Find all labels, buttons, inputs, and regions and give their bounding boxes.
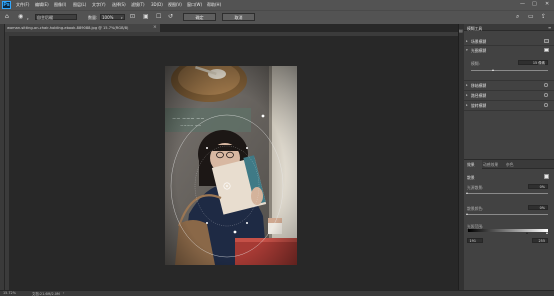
bokeh-label: 散景 [467,174,475,180]
cancel-button[interactable]: 取消 [222,13,255,21]
chevron-down-icon[interactable]: ▾ [27,17,29,21]
reset-icon[interactable]: ↺ [168,13,173,21]
minimize-button[interactable]: — [520,1,525,7]
zoom-level[interactable]: 15.72% [3,291,16,295]
blur-amount-field[interactable]: 15 像素 [518,60,548,65]
spin-blur-toggle[interactable] [544,103,548,107]
bokeh-color-slider-track[interactable] [468,214,548,215]
chevron-right-icon[interactable]: › [63,291,64,295]
share-icon[interactable]: ⇪ [541,13,546,21]
light-bokeh-slider-thumb[interactable] [466,192,469,194]
amount-label: 数量: [88,15,98,20]
feather-handle-bottom-right[interactable] [246,222,248,224]
menu-select[interactable]: 选择(S) [112,2,126,8]
status-bar [0,290,554,296]
collapse-triangle-icon[interactable]: ▾ [466,48,468,52]
iris-blur-label: 光圈模糊 [471,47,487,53]
light-range-min-field[interactable]: 191 [467,238,483,243]
expand-triangle-icon[interactable]: ▸ [466,93,468,97]
feather-handle-top-left[interactable] [206,147,208,149]
maximize-button[interactable]: □ [532,1,537,7]
blur-gallery-tool-icon[interactable]: ◉ [18,13,23,21]
panel-menu-icon[interactable]: ≡ [548,25,551,30]
tilt-shift-label: 移轴模糊 [471,82,487,88]
menu-layer[interactable]: 图层(L) [73,2,86,8]
blur-amount-label: 模糊: [471,61,480,66]
light-range-gradient-track[interactable] [468,229,548,232]
document-tab-title: woman-sitting-on-chair-holding-ebook-889… [7,25,129,30]
divider [464,100,554,101]
blur-slider-thumb[interactable] [492,69,495,71]
divider [464,80,554,81]
menu-view[interactable]: 视图(V) [168,2,182,8]
feather-handle-top-right[interactable] [246,147,248,149]
close-window-button[interactable]: ✕ [545,1,549,7]
menu-file[interactable]: 文件(F) [16,2,29,8]
divider [464,90,554,91]
save-mask-icon[interactable]: ▣ [143,13,149,21]
photoshop-logo: Ps [2,1,11,9]
spin-blur-label: 旋转模糊 [471,102,487,108]
bokeh-color-label: 散景颜色: [467,205,484,211]
path-blur-toggle[interactable] [544,93,548,97]
divider [464,110,554,111]
expand-triangle-icon[interactable]: ▸ [466,83,468,87]
light-bokeh-label: 光源散景: [467,184,484,190]
options-bar [0,10,554,24]
bokeh-color-slider-thumb[interactable] [466,213,469,215]
amount-value: 100% [102,15,114,20]
document-info: 文档:21.6M/2.0M [32,292,60,296]
iris-handle-bottom[interactable] [233,230,237,234]
tab-effects-label: 效果 [467,162,475,167]
iris-handle-top-right[interactable] [261,114,265,118]
history-icon[interactable]: ▤ [459,28,463,33]
light-range-max-thumb[interactable] [546,232,549,234]
high-quality-icon[interactable]: ☐ [156,13,161,21]
light-bokeh-field[interactable]: 0% [528,184,548,189]
feather-handle-bottom-left[interactable] [206,222,208,224]
tilt-shift-toggle[interactable] [544,83,548,87]
path-blur-label: 路径模糊 [471,92,487,98]
blur-slider-track[interactable] [471,70,548,71]
expand-triangle-icon[interactable]: ▸ [466,103,468,107]
menu-help[interactable]: 帮助(H) [207,2,221,8]
tab-noise[interactable]: 杂色 [506,162,514,168]
bokeh-color-field[interactable]: 0% [528,205,548,210]
menu-window[interactable]: 窗口(W) [187,2,202,8]
search-icon[interactable]: ⌕ [516,13,519,21]
close-tab-icon[interactable]: × [153,25,157,30]
workspace-icon[interactable]: ▭ [528,13,534,21]
expand-triangle-icon[interactable]: ▸ [466,39,468,43]
chevron-down-icon[interactable]: ▾ [121,16,123,20]
selection-mode-value: 自主后缀 [37,15,53,20]
load-selection-icon[interactable]: ⊡ [130,13,135,21]
field-blur-checkbox[interactable] [544,38,549,43]
light-range-min-thumb[interactable] [526,232,529,234]
ruler-vertical [5,36,9,290]
ruler-horizontal [5,32,458,36]
ok-button[interactable]: 确定 [183,13,216,21]
divider [464,45,554,46]
bokeh-checkbox[interactable] [544,174,549,179]
light-bokeh-slider-track[interactable] [468,193,548,194]
iris-blur-checkbox[interactable] [544,47,549,52]
menu-edit[interactable]: 编辑(E) [35,2,49,8]
light-range-max-field[interactable]: 255 [532,238,548,243]
blur-tools-title: 模糊工具 [467,25,483,31]
menu-image[interactable]: 图像(I) [54,2,66,8]
menu-filter[interactable]: 滤镜(T) [131,2,145,8]
menu-3d[interactable]: 3D(D) [151,2,163,7]
iris-blur-overlay[interactable] [165,66,297,265]
blur-pin-center[interactable] [226,185,228,187]
home-icon[interactable]: ⌂ [5,13,9,21]
field-blur-label: 场景模糊 [471,38,487,44]
tab-motion-effects[interactable]: 动感效果 [483,162,498,168]
menu-type[interactable]: 文字(Y) [92,2,106,8]
